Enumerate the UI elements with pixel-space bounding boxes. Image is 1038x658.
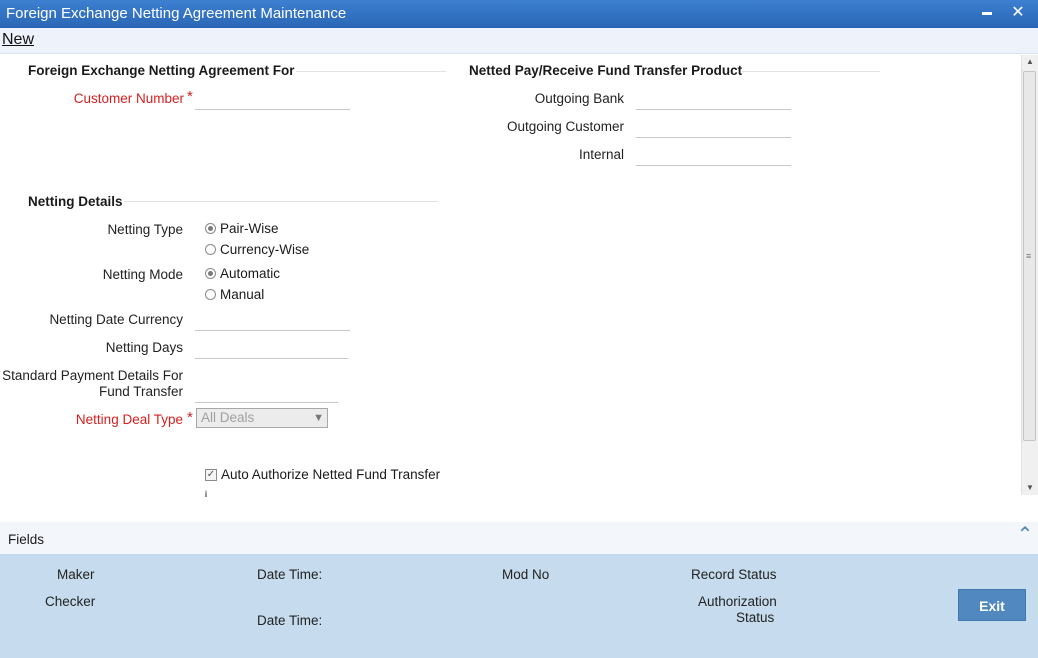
section-divider (124, 201, 438, 202)
auto-authorize-option[interactable]: ✓ Auto Authorize Netted Fund Transfer (205, 467, 440, 482)
netting-days-input[interactable] (195, 338, 348, 359)
checker-date-time-label: Date Time: (257, 613, 323, 628)
netting-date-currency-input[interactable] (195, 310, 350, 331)
netting-type-label: Netting Type (107, 222, 183, 237)
section-fund-transfer-title: Netted Pay/Receive Fund Transfer Product (469, 63, 743, 78)
internal-input[interactable] (636, 145, 791, 166)
window-title: Foreign Exchange Netting Agreement Maint… (6, 5, 347, 22)
fields-label[interactable]: Fields (8, 532, 44, 547)
netting-type-pair-wise-option[interactable]: Pair-Wise (205, 221, 279, 236)
netting-mode-manual-option[interactable]: Manual (205, 287, 264, 302)
grip-icon: ≡ (1026, 251, 1032, 261)
select-value: All Deals (201, 410, 255, 425)
standard-payment-input[interactable] (195, 382, 338, 403)
maker-date-time-label: Date Time: (257, 567, 323, 582)
menu-bar: New (0, 28, 1038, 54)
netting-deal-type-label: Netting Deal Type (75, 412, 183, 427)
clipped-row (0, 488, 1020, 497)
maker-label: Maker (57, 567, 95, 582)
chevron-down-icon: ▼ (313, 412, 324, 424)
auto-authorize-label: Auto Authorize Netted Fund Transfer (221, 467, 441, 482)
section-netting-title: Netting Details (28, 194, 123, 209)
netting-mode-label: Netting Mode (102, 267, 183, 282)
required-mark: * (187, 88, 193, 105)
exit-button[interactable]: Exit (958, 589, 1026, 621)
option-label: Pair-Wise (220, 221, 279, 236)
option-label: Automatic (220, 266, 281, 281)
radio-selected-icon[interactable] (205, 268, 216, 279)
section-agreement-title: Foreign Exchange Netting Agreement For (28, 63, 295, 78)
radio-icon[interactable] (205, 490, 207, 497)
netting-mode-automatic-option[interactable]: Automatic (205, 266, 280, 281)
authorization-status-label-line2: Status (736, 610, 775, 625)
netting-type-currency-wise-option[interactable]: Currency-Wise (205, 242, 309, 257)
internal-label: Internal (578, 147, 624, 162)
netting-deal-type-select[interactable]: All Deals ▼ (196, 408, 328, 428)
chevron-up-icon[interactable]: ⌃ (1012, 522, 1038, 546)
new-menu-link[interactable]: New (2, 31, 34, 49)
outgoing-customer-input[interactable] (636, 117, 791, 138)
outgoing-bank-input[interactable] (636, 89, 791, 110)
authorization-status-label-line1: Authorization (698, 594, 777, 609)
checkbox-checked-icon[interactable]: ✓ (205, 468, 217, 481)
outgoing-customer-label: Outgoing Customer (506, 119, 624, 134)
mod-no-label: Mod No (502, 567, 550, 582)
radio-icon[interactable] (205, 244, 216, 255)
window-title-bar: Foreign Exchange Netting Agreement Maint… (0, 0, 1038, 28)
outgoing-bank-label: Outgoing Bank (534, 91, 624, 106)
clipped-label (70, 491, 180, 497)
radio-icon[interactable] (205, 289, 216, 300)
option-label: Currency-Wise (220, 242, 310, 257)
checker-label: Checker (45, 594, 96, 609)
standard-payment-label-line1: Standard Payment Details For (2, 368, 183, 383)
minimize-icon[interactable]: ▬ (976, 2, 998, 24)
scroll-down-icon[interactable]: ▼ (1022, 481, 1038, 495)
section-divider (296, 71, 446, 72)
audit-panel: Maker Checker Date Time: Date Time: Mod … (0, 554, 1038, 658)
radio-selected-icon[interactable] (205, 223, 216, 234)
scroll-up-icon[interactable]: ▲ (1022, 55, 1038, 69)
vertical-scrollbar[interactable]: ▲ ≡ ▼ (1021, 55, 1038, 495)
customer-number-label: Customer Number (73, 91, 184, 106)
netting-days-label: Netting Days (105, 340, 183, 355)
section-divider (742, 71, 880, 72)
fields-bar: Fields (0, 522, 1038, 554)
netting-date-currency-label: Netting Date Currency (49, 312, 183, 327)
customer-number-input[interactable] (195, 89, 350, 110)
option-label: Manual (220, 287, 265, 302)
standard-payment-label-line2: Fund Transfer (98, 384, 183, 399)
close-icon[interactable]: ✕ (1007, 2, 1029, 24)
record-status-label: Record Status (691, 567, 777, 582)
required-mark: * (187, 409, 193, 426)
